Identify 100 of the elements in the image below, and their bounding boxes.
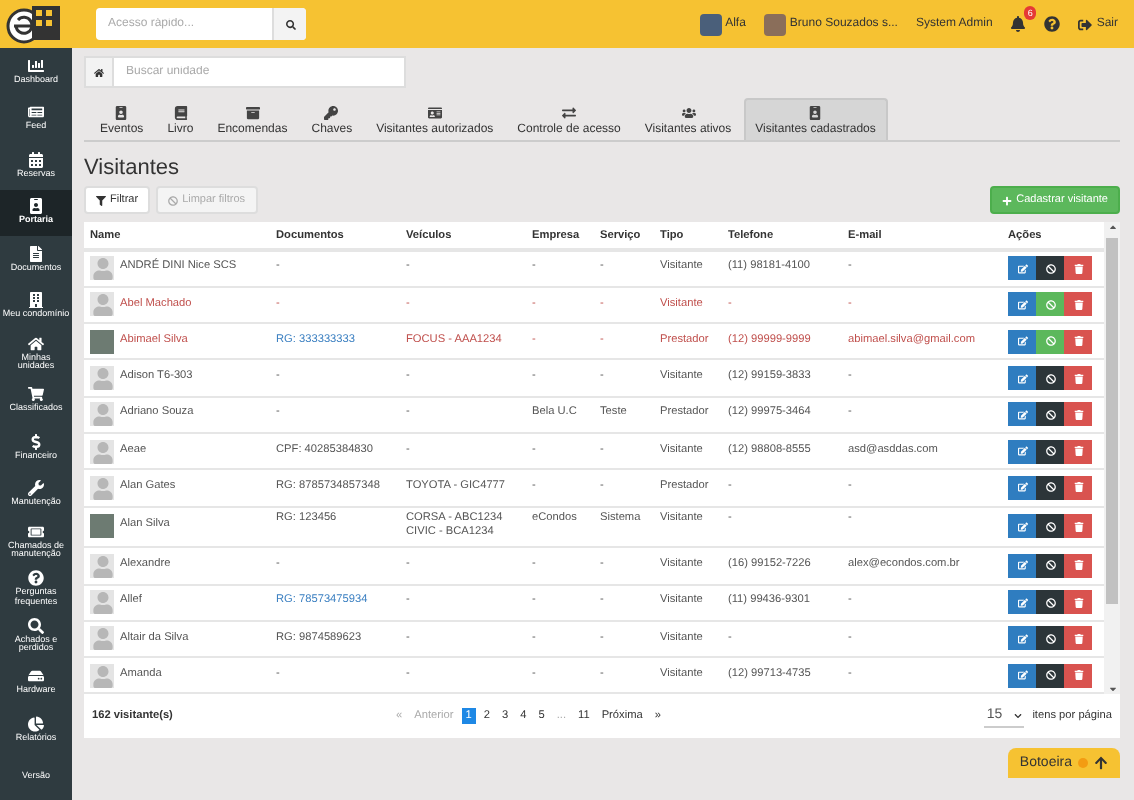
drive-icon [28, 668, 44, 685]
ban-icon [1045, 597, 1055, 608]
delete-button[interactable] [1064, 439, 1092, 464]
scrollbar[interactable] [1104, 222, 1120, 695]
edit-button[interactable] [1008, 292, 1036, 317]
block-button[interactable] [1036, 663, 1064, 688]
delete-button[interactable] [1064, 475, 1092, 500]
home-icon [86, 58, 114, 86]
block-button[interactable] [1036, 590, 1064, 615]
arrow-up-icon [1094, 756, 1108, 771]
delete-button[interactable] [1064, 626, 1092, 651]
ban-icon [1045, 373, 1055, 384]
delete-button[interactable] [1064, 292, 1092, 317]
trash-icon [1073, 409, 1083, 420]
edit-button[interactable] [1008, 475, 1036, 500]
edit-button[interactable] [1008, 553, 1036, 578]
delete-button[interactable] [1064, 514, 1092, 539]
ban-icon [1045, 560, 1055, 571]
delete-button[interactable] [1064, 590, 1092, 615]
ban-icon [1045, 299, 1055, 310]
edit-icon [1017, 597, 1027, 608]
block-button[interactable] [1036, 514, 1064, 539]
book-icon [173, 106, 188, 120]
delete-button[interactable] [1064, 366, 1092, 391]
delete-button[interactable] [1064, 256, 1092, 281]
status-dot [1078, 758, 1088, 769]
ban-icon [1045, 263, 1055, 274]
block-button[interactable] [1036, 402, 1064, 427]
edit-icon [1017, 336, 1027, 347]
ban-icon [1045, 446, 1055, 457]
edit-button[interactable] [1008, 626, 1036, 651]
trash-icon [1073, 521, 1083, 532]
block-button[interactable] [1036, 553, 1064, 578]
trash-icon [1073, 336, 1083, 347]
edit-button[interactable] [1008, 402, 1036, 427]
ban-icon [1045, 521, 1055, 532]
trash-icon [1073, 263, 1083, 274]
trash-icon [1073, 482, 1083, 493]
block-button[interactable] [1036, 439, 1064, 464]
trash-icon [1073, 633, 1083, 644]
chevron-down-icon [1014, 711, 1023, 720]
ban-icon [1045, 409, 1055, 420]
trash-icon [1073, 560, 1083, 571]
block-button[interactable] [1036, 475, 1064, 500]
edit-button[interactable] [1008, 256, 1036, 281]
block-button[interactable] [1036, 256, 1064, 281]
ban-icon [1045, 482, 1055, 493]
logout-icon[interactable] [1078, 17, 1093, 31]
trash-icon [1073, 446, 1083, 457]
edit-button[interactable] [1008, 663, 1036, 688]
cart-icon [28, 386, 44, 403]
key-icon [324, 106, 339, 120]
ticket-icon [28, 523, 44, 540]
calendar-icon [28, 151, 44, 168]
id-card-icon [427, 106, 442, 120]
edit-icon [1017, 560, 1027, 571]
question-icon [28, 570, 44, 587]
box-icon [245, 106, 260, 120]
edit-button[interactable] [1008, 590, 1036, 615]
edit-icon [1017, 263, 1027, 274]
badge-icon [114, 106, 129, 120]
unblock-button[interactable] [1036, 329, 1064, 354]
users-icon [681, 106, 695, 120]
help-icon[interactable] [1044, 16, 1061, 32]
delete-button[interactable] [1064, 329, 1092, 354]
wrench-icon [28, 480, 44, 497]
edit-icon [1017, 482, 1027, 493]
edit-icon [1017, 373, 1027, 384]
block-button[interactable] [1036, 366, 1064, 391]
edit-button[interactable] [1008, 439, 1036, 464]
edit-icon [1017, 409, 1027, 420]
arrows-icon [562, 106, 577, 120]
search-icon [285, 19, 295, 29]
filter-icon [96, 195, 106, 205]
scroll-down-icon [1107, 684, 1117, 695]
unblock-button[interactable] [1036, 292, 1064, 317]
delete-button[interactable] [1064, 553, 1092, 578]
edit-icon [1017, 446, 1027, 457]
block-button[interactable] [1036, 626, 1064, 651]
search-button[interactable] [272, 8, 306, 40]
building-icon [28, 292, 44, 309]
badge-icon [28, 198, 44, 215]
bell-icon[interactable] [1010, 16, 1027, 32]
edit-button[interactable] [1008, 514, 1036, 539]
delete-button[interactable] [1064, 402, 1092, 427]
search-icon [28, 617, 44, 634]
edit-button[interactable] [1008, 329, 1036, 354]
trash-icon [1073, 597, 1083, 608]
trash-icon [1073, 299, 1083, 310]
home-icon [28, 335, 44, 352]
edit-icon [1017, 299, 1027, 310]
badge-icon [808, 106, 823, 120]
ban-icon [1045, 633, 1055, 644]
edit-button[interactable] [1008, 366, 1036, 391]
ban-icon [1045, 336, 1055, 347]
delete-button[interactable] [1064, 663, 1092, 688]
bar-chart-icon [28, 57, 44, 74]
condo-photo [699, 13, 722, 35]
document-icon [28, 245, 44, 262]
dollar-icon [28, 433, 44, 450]
